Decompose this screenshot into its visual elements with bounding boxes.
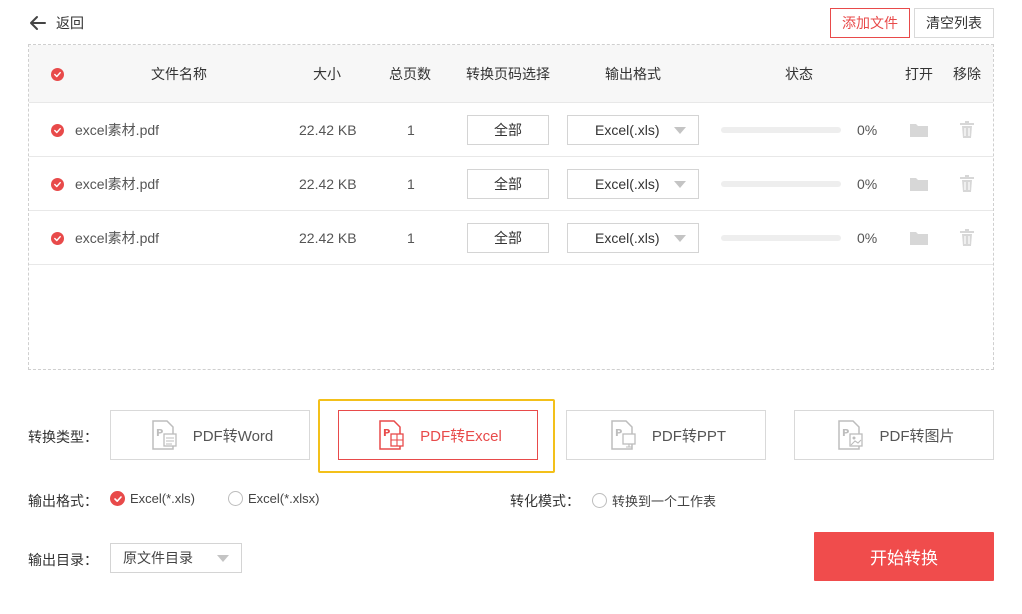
output-format-value: Excel(.xls) bbox=[595, 176, 660, 192]
format-radio-xls[interactable]: Excel(*.xls) bbox=[110, 491, 195, 506]
page-select-button[interactable]: 全部 bbox=[467, 223, 549, 253]
page-count: 1 bbox=[407, 122, 415, 138]
open-folder-button[interactable] bbox=[909, 103, 929, 157]
output-format-value: Excel(.xls) bbox=[595, 230, 660, 246]
check-icon bbox=[51, 123, 64, 137]
folder-icon bbox=[910, 124, 928, 137]
conversion-type-label: 转换类型： bbox=[28, 429, 98, 445]
pdf-excel-icon: P bbox=[379, 420, 404, 450]
progress-bar bbox=[721, 181, 841, 187]
check-icon bbox=[51, 231, 64, 245]
remove-file-button[interactable] bbox=[959, 211, 975, 265]
trash-icon bbox=[960, 175, 974, 192]
output-format-select[interactable]: Excel(.xls) bbox=[567, 115, 699, 145]
type-card-pdf-to-ppt[interactable]: P PDF转PPT bbox=[566, 410, 766, 460]
chevron-down-icon bbox=[217, 555, 229, 562]
pdf-ppt-icon: P bbox=[611, 420, 636, 450]
row-checkbox[interactable] bbox=[51, 157, 64, 211]
column-header-pages: 总页数 bbox=[389, 66, 431, 82]
conversion-mode-label: 转化模式： bbox=[510, 493, 580, 509]
chevron-down-icon bbox=[674, 235, 686, 242]
file-size: 22.42 KB bbox=[299, 176, 357, 192]
output-dir-label: 输出目录： bbox=[28, 552, 98, 568]
type-card-label: PDF转Word bbox=[192, 427, 274, 445]
output-format-select[interactable]: Excel(.xls) bbox=[567, 169, 699, 199]
remove-file-button[interactable] bbox=[959, 103, 975, 157]
column-header-remove: 移除 bbox=[953, 66, 981, 82]
open-folder-button[interactable] bbox=[909, 157, 929, 211]
progress-bar bbox=[721, 235, 841, 241]
svg-text:P: P bbox=[615, 428, 622, 439]
folder-icon bbox=[910, 232, 928, 245]
row-checkbox[interactable] bbox=[51, 211, 64, 265]
progress-percent: 0% bbox=[857, 230, 878, 246]
remove-file-button[interactable] bbox=[959, 157, 975, 211]
check-icon bbox=[51, 67, 64, 81]
radio-checked-icon bbox=[110, 491, 125, 506]
svg-text:P: P bbox=[842, 428, 849, 439]
page-select-button[interactable]: 全部 bbox=[467, 169, 549, 199]
folder-icon bbox=[910, 178, 928, 191]
type-card-label: PDF转图片 bbox=[879, 427, 955, 445]
file-name: excel素材.pdf bbox=[75, 122, 160, 138]
column-header-size: 大小 bbox=[313, 66, 341, 82]
format-radio-xlsx[interactable]: Excel(*.xlsx) bbox=[228, 491, 320, 506]
format-radio-label: Excel(*.xlsx) bbox=[248, 491, 320, 506]
open-folder-button[interactable] bbox=[909, 211, 929, 265]
table-row: excel素材.pdf 22.42 KB 1 全部 Excel(.xls) 0% bbox=[29, 157, 993, 211]
radio-unchecked-icon bbox=[592, 493, 607, 508]
table-row: excel素材.pdf 22.42 KB 1 全部 Excel(.xls) 0% bbox=[29, 103, 993, 157]
page-select-button[interactable]: 全部 bbox=[467, 115, 549, 145]
mode-radio-single-sheet[interactable]: 转换到一个工作表 bbox=[592, 491, 716, 510]
check-icon bbox=[51, 177, 64, 191]
output-format-label: 输出格式： bbox=[28, 493, 98, 509]
output-format-value: Excel(.xls) bbox=[595, 122, 660, 138]
column-header-format: 输出格式 bbox=[605, 66, 661, 82]
pdf-word-icon: P bbox=[151, 420, 177, 450]
table-row: excel素材.pdf 22.42 KB 1 全部 Excel(.xls) 0% bbox=[29, 211, 993, 265]
back-button[interactable]: 返回 bbox=[28, 12, 84, 34]
chevron-down-icon bbox=[674, 181, 686, 188]
file-name: excel素材.pdf bbox=[75, 230, 160, 246]
add-file-button[interactable]: 添加文件 bbox=[830, 8, 910, 38]
file-list: 文件名称 大小 总页数 转换页码选择 输出格式 状态 打开 移除 excel素材… bbox=[28, 44, 994, 370]
page-count: 1 bbox=[407, 176, 415, 192]
trash-icon bbox=[960, 229, 974, 246]
start-convert-button[interactable]: 开始转换 bbox=[814, 532, 994, 581]
type-card-label: PDF转Excel bbox=[420, 427, 502, 445]
page-count: 1 bbox=[407, 230, 415, 246]
type-card-pdf-to-excel[interactable]: P PDF转Excel bbox=[338, 410, 538, 460]
file-size: 22.42 KB bbox=[299, 122, 357, 138]
output-format-select[interactable]: Excel(.xls) bbox=[567, 223, 699, 253]
mode-radio-label: 转换到一个工作表 bbox=[612, 494, 717, 509]
output-dir-value: 原文件目录 bbox=[123, 550, 193, 566]
column-header-status: 状态 bbox=[785, 66, 813, 82]
radio-unchecked-icon bbox=[228, 491, 243, 506]
back-label: 返回 bbox=[56, 15, 84, 31]
row-checkbox[interactable] bbox=[51, 103, 64, 157]
progress-percent: 0% bbox=[857, 122, 878, 138]
table-header: 文件名称 大小 总页数 转换页码选择 输出格式 状态 打开 移除 bbox=[29, 45, 993, 103]
column-header-name: 文件名称 bbox=[151, 66, 207, 82]
chevron-down-icon bbox=[674, 127, 686, 134]
select-all-checkbox[interactable] bbox=[51, 45, 64, 103]
file-size: 22.42 KB bbox=[299, 230, 357, 246]
top-bar: 返回 添加文件 清空列表 bbox=[0, 0, 1022, 44]
type-card-pdf-to-word[interactable]: P PDF转Word bbox=[110, 410, 310, 460]
column-header-open: 打开 bbox=[905, 66, 933, 82]
file-name: excel素材.pdf bbox=[75, 176, 160, 192]
progress-bar bbox=[721, 127, 841, 133]
svg-text:P: P bbox=[383, 428, 390, 439]
type-card-pdf-to-image[interactable]: P PDF转图片 bbox=[794, 410, 994, 460]
type-card-label: PDF转PPT bbox=[651, 427, 727, 445]
format-radio-label: Excel(*.xls) bbox=[130, 491, 196, 506]
trash-icon bbox=[960, 121, 974, 138]
svg-text:P: P bbox=[156, 428, 163, 439]
column-header-page-select: 转换页码选择 bbox=[466, 66, 550, 82]
clear-list-button[interactable]: 清空列表 bbox=[914, 8, 994, 38]
output-dir-select[interactable]: 原文件目录 bbox=[110, 543, 242, 573]
progress-percent: 0% bbox=[857, 176, 878, 192]
arrow-left-icon bbox=[30, 16, 46, 30]
pdf-image-icon: P bbox=[838, 420, 864, 450]
